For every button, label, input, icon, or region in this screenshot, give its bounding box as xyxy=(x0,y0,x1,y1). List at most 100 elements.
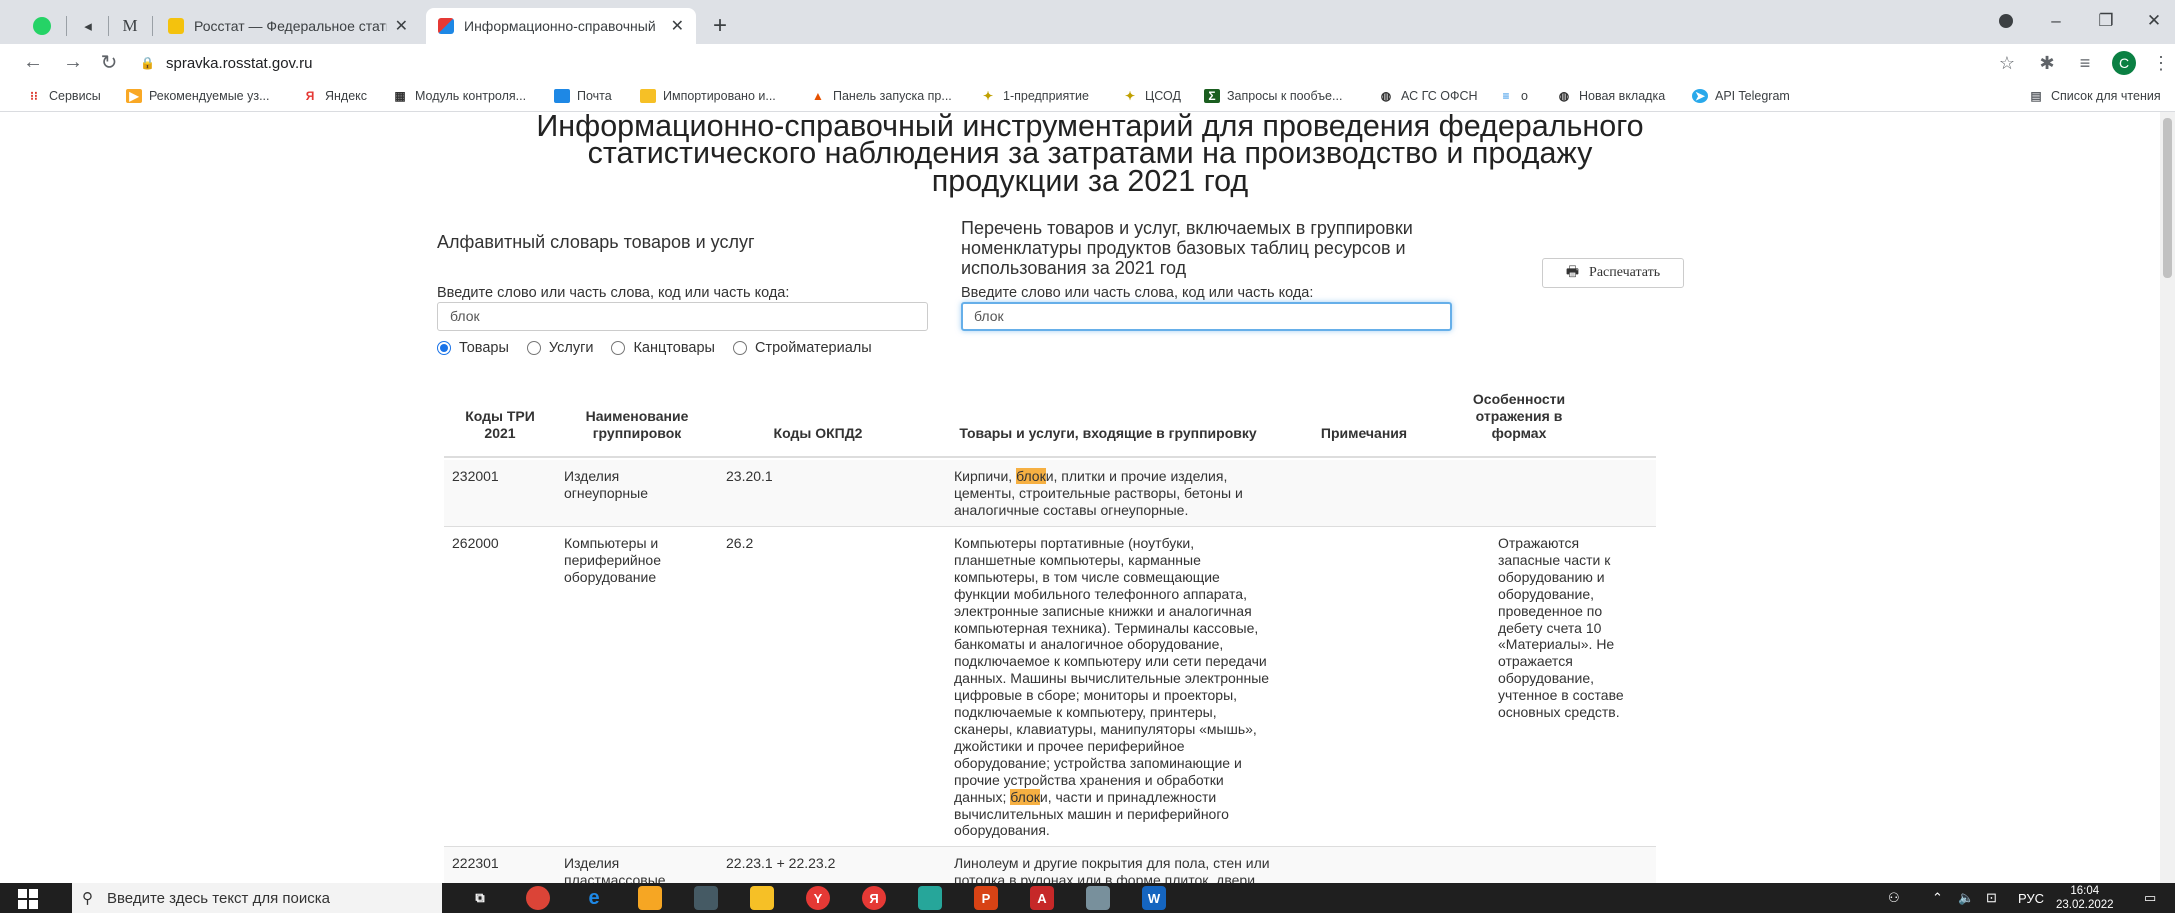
bookmark-recommended[interactable]: ▶ Рекомендуемые уз... xyxy=(126,86,270,106)
file-explorer-icon[interactable] xyxy=(750,886,774,910)
cell-features: Отражаются запасные части к оборудованию и… xyxy=(1498,535,1648,721)
browser-toolbar: ← → ↻ 🔒 spravka.rosstat.gov.ru ☆ ✱ ≡ C ⋮ xyxy=(0,44,2175,80)
tab-rosstat[interactable]: Росстат — Федеральное статис ✕ xyxy=(156,8,420,44)
cell-line: данных. Машины вычислительные электронны… xyxy=(954,670,1324,687)
tab-search-icon[interactable] xyxy=(1986,6,2026,36)
bookmark-o[interactable]: ≡ о xyxy=(1498,86,1527,106)
back-button[interactable]: ← xyxy=(18,48,48,76)
restore-button[interactable]: ❐ xyxy=(2086,6,2126,36)
right-search-label: Введите слово или часть слова, код или ч… xyxy=(961,285,1314,301)
audio-pinned-tab[interactable]: ◂ xyxy=(68,8,108,44)
bookmark-services[interactable]: ⁝⁝ Сервисы xyxy=(26,86,101,106)
tab-spravka[interactable]: Информационно-справочный ✕ xyxy=(426,8,696,44)
cell-text: и, части и принадлежности xyxy=(1039,788,1217,805)
chrome-icon[interactable] xyxy=(526,886,550,910)
header-text: формах xyxy=(1491,425,1547,441)
bookmark-requests[interactable]: Σ Запросы к пообъе... xyxy=(1204,86,1342,106)
cell-line: проведенное по xyxy=(1498,602,1603,619)
print-button[interactable]: 🖶 Распечатать xyxy=(1542,258,1684,288)
clock[interactable]: 16:04 23.02.2022 xyxy=(2056,884,2114,912)
yandex-icon[interactable]: Я xyxy=(862,886,886,910)
category-radio-group: Товары Услуги Канцтовары Стройматериалы xyxy=(437,338,890,358)
close-tab-icon[interactable]: ✕ xyxy=(671,16,684,36)
clock-date: 23.02.2022 xyxy=(2056,899,2114,911)
close-window-button[interactable]: ✕ xyxy=(2134,6,2174,36)
cell-text: данных; xyxy=(954,788,1011,805)
extensions-icon[interactable]: ✱ xyxy=(2034,50,2060,76)
cell-line: подключаемое к компьютеру или сети перед… xyxy=(954,653,1324,670)
bookmark-telegram[interactable]: ➤ API Telegram xyxy=(1692,86,1790,106)
bookmark-module[interactable]: ▦ Модуль контроля... xyxy=(392,86,526,106)
yandex-browser-icon[interactable]: Y xyxy=(806,886,830,910)
word-icon[interactable]: W xyxy=(1142,886,1166,910)
reading-list[interactable]: ▤ Список для чтения xyxy=(2028,86,2160,106)
taskbar-search[interactable]: ⚲ Введите здесь текст для поиска xyxy=(72,883,442,913)
bookmark-imported[interactable]: Импортировано и... xyxy=(640,86,776,106)
cell-text: потолка в рулонах или в форме плиток, дв… xyxy=(954,871,1259,883)
scrollbar-thumb[interactable] xyxy=(2163,118,2172,278)
task-view-icon[interactable]: ⧉ xyxy=(468,886,492,910)
radio-building-materials[interactable]: Стройматериалы xyxy=(732,340,872,356)
outlook-icon[interactable] xyxy=(638,886,662,910)
pinned-tab-m[interactable]: M xyxy=(110,8,150,44)
cell-line: оборудование; устройства запоминающие и xyxy=(954,755,1324,772)
table-row: 232001 Изделия огнеупорные 23.20.1 Кирпичи, … xyxy=(444,460,1656,527)
forward-button[interactable]: → xyxy=(58,48,88,76)
apps-grid-icon: ⁝⁝ xyxy=(30,89,38,103)
cell-goods: Компьютеры портативные (ноутбуки, планшет… xyxy=(954,535,1324,839)
left-search-label: Введите слово или часть слова, код или ч… xyxy=(437,285,790,301)
bookmark-mail[interactable]: Почта xyxy=(554,86,612,106)
network-icon[interactable]: ⊡ xyxy=(1986,883,1997,913)
profile-avatar[interactable]: C xyxy=(2112,51,2136,75)
bookmark-as-gs-ofsn[interactable]: ◍ АС ГС ОФСН xyxy=(1378,86,1478,106)
bookmark-label: АС ГС ОФСН xyxy=(1401,89,1478,103)
radio-stationery[interactable]: Канцтовары xyxy=(611,340,715,356)
people-icon[interactable]: ⚇ xyxy=(1888,883,1900,913)
language-indicator[interactable]: РУС xyxy=(2018,883,2044,913)
bookmark-label: Панель запуска пр... xyxy=(833,89,952,103)
browser-tabstrip: ◂ M Росстат — Федеральное статис ✕ Инфор… xyxy=(0,0,2175,44)
tray-chevron-icon[interactable]: ⌃ xyxy=(1932,883,1943,913)
taskbar-search-placeholder: Введите здесь текст для поиска xyxy=(107,889,330,907)
powerpoint-icon[interactable]: P xyxy=(974,886,998,910)
bookmarks-bar: ⁝⁝ Сервисы ▶ Рекомендуемые уз... Я Яндекс ▦… xyxy=(0,80,2175,112)
bookmark-label: Рекомендуемые уз... xyxy=(149,89,270,103)
volume-icon[interactable]: 🔈 xyxy=(1958,883,1974,913)
bookmark-1-enterprise[interactable]: ✦ 1-предприятие xyxy=(980,86,1089,106)
bookmark-new-tab[interactable]: ◍ Новая вкладка xyxy=(1556,86,1665,106)
ie-icon[interactable]: e xyxy=(582,886,606,910)
list-section-title-line: Перечень товаров и услуг, включаемых в г… xyxy=(961,218,1413,238)
printer-icon: 🖶 xyxy=(1565,265,1580,280)
alphabet-search-input[interactable]: блок xyxy=(437,302,928,331)
reload-button[interactable]: ↻ xyxy=(94,48,124,76)
bookmark-csod[interactable]: ✦ ЦСОД xyxy=(1122,86,1181,106)
calculator-icon[interactable] xyxy=(694,886,718,910)
cell-text: Линолеум и другие покрытия для пола, сте… xyxy=(954,855,1270,871)
minimize-button[interactable]: – xyxy=(2036,6,2076,36)
page-title-line: продукции за 2021 год xyxy=(931,164,1249,198)
list-section-title-line: номенклатуры продуктов базовых таблиц ре… xyxy=(961,238,1406,258)
radio-goods[interactable]: Товары xyxy=(437,340,509,356)
media-icon[interactable]: ≡ xyxy=(2072,50,2098,76)
cell-line: функции мобильного телефонного аппарата, xyxy=(954,586,1324,603)
windows-start-icon[interactable] xyxy=(18,889,38,909)
menu-kebab-icon[interactable]: ⋮ xyxy=(2148,50,2174,76)
close-tab-icon[interactable]: ✕ xyxy=(395,16,408,36)
notifications-icon[interactable]: ▭ xyxy=(2144,883,2156,913)
page-scrollbar[interactable] xyxy=(2160,112,2175,883)
bookmark-yandex[interactable]: Я Яндекс xyxy=(302,86,367,106)
header-text: группировок xyxy=(592,425,682,441)
whatsapp-pinned-tab[interactable] xyxy=(22,8,62,44)
table-row: 262000 Компьютеры и периферийное оборудован… xyxy=(444,527,1656,847)
bookmark-launch-panel[interactable]: ▲ Панель запуска пр... xyxy=(810,86,952,106)
address-bar[interactable]: 🔒 spravka.rosstat.gov.ru xyxy=(140,49,2000,77)
table-header: Коды ТРИ 2021 Наименование группировок К… xyxy=(444,391,1656,458)
clock-time: 16:04 xyxy=(2070,885,2100,897)
list-search-input[interactable]: блок xyxy=(961,302,1452,331)
acrobat-icon[interactable]: A xyxy=(1030,886,1054,910)
new-tab-button[interactable]: + xyxy=(705,8,735,44)
radio-services[interactable]: Услуги xyxy=(526,340,593,356)
app-icon[interactable] xyxy=(918,886,942,910)
document-icon[interactable] xyxy=(1086,886,1110,910)
bookmark-star-icon[interactable]: ☆ xyxy=(1994,50,2020,76)
